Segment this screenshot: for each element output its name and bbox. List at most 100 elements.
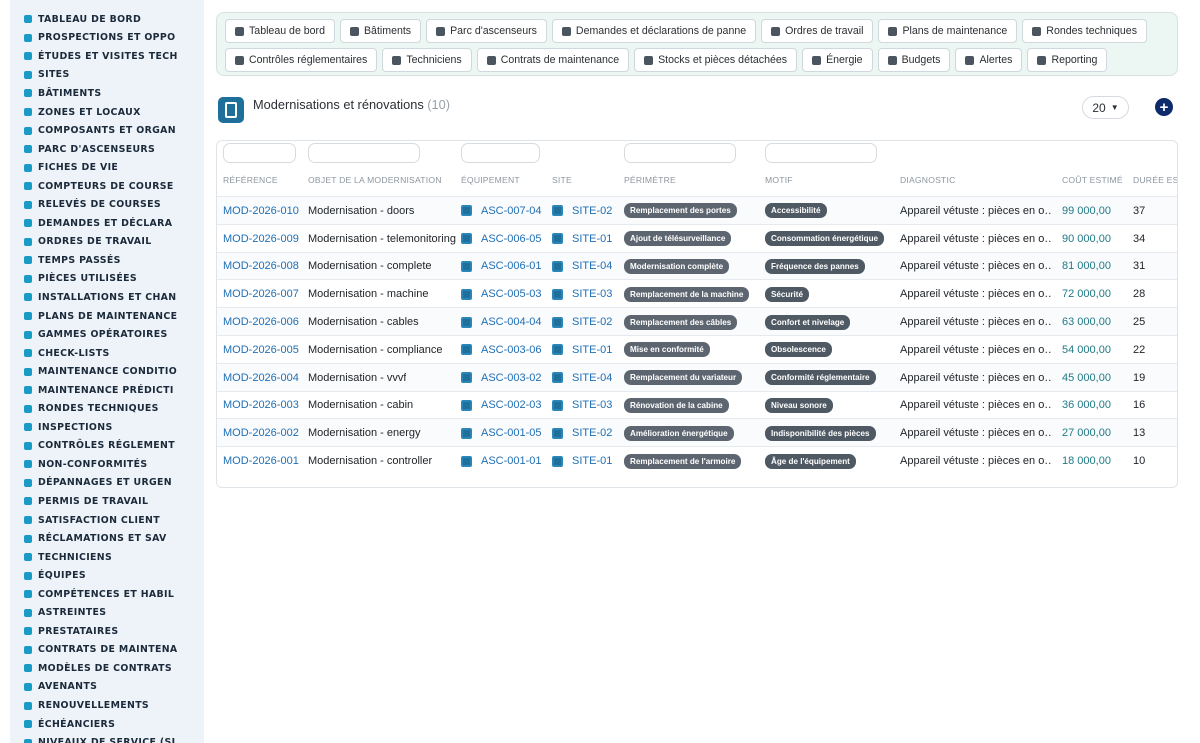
sidebar-item[interactable]: GAMMES OPÉRATOIRES <box>10 325 204 344</box>
equipment-link[interactable]: ASC-003-06 <box>481 344 542 356</box>
equipment-link[interactable]: ASC-001-01 <box>481 455 542 467</box>
table-row[interactable]: MOD-2026-001 Modernisation - controller AS… <box>217 446 1177 475</box>
reference-link[interactable]: MOD-2026-006 <box>223 308 299 336</box>
table-row[interactable]: MOD-2026-010 Modernisation - doors ASC-007… <box>217 196 1177 225</box>
sidebar-item[interactable]: MAINTENANCE PRÉDICTI <box>10 381 204 400</box>
top-nav-button[interactable]: Plans de maintenance <box>878 19 1018 43</box>
table-row[interactable]: MOD-2026-003 Modernisation - cabin ASC-002… <box>217 390 1177 420</box>
sidebar-item[interactable]: COMPÉTENCES ET HABIL <box>10 585 204 604</box>
sidebar-item[interactable]: SITES <box>10 66 204 85</box>
table-row[interactable]: MOD-2026-005 Modernisation - compliance AS… <box>217 335 1177 364</box>
column-header[interactable]: COÛT ESTIMÉ <box>1062 175 1123 185</box>
sidebar-item[interactable]: DÉPANNAGES ET URGEN <box>10 474 204 493</box>
sidebar-item[interactable]: NIVEAUX DE SERVICE (SL <box>10 733 204 743</box>
sidebar-item[interactable]: TABLEAU DE BORD <box>10 10 204 29</box>
top-nav-button[interactable]: Reporting <box>1027 48 1108 72</box>
table-row[interactable]: MOD-2026-008 Modernisation - complete ASC-… <box>217 251 1177 281</box>
sidebar-item[interactable]: ÉTUDES ET VISITES TECH <box>10 47 204 66</box>
top-nav-button[interactable]: Contrats de maintenance <box>476 48 630 72</box>
sidebar-item[interactable]: SATISFACTION CLIENT <box>10 511 204 530</box>
filter-motif-input[interactable] <box>765 143 877 163</box>
sidebar-item[interactable]: CONTRATS DE MAINTENA <box>10 641 204 660</box>
sidebar-item[interactable]: PROSPECTIONS ET OPPO <box>10 29 204 48</box>
sidebar-item[interactable]: MODÈLES DE CONTRATS <box>10 659 204 678</box>
table-row[interactable]: MOD-2026-002 Modernisation - energy ASC-00… <box>217 418 1177 447</box>
page-size-select[interactable]: 20 ▼ <box>1082 96 1129 119</box>
sidebar-item[interactable]: ÉQUIPES <box>10 566 204 585</box>
column-header[interactable]: PÉRIMÈTRE <box>624 175 676 185</box>
top-nav-button[interactable]: Alertes <box>955 48 1023 72</box>
sidebar-item[interactable]: ORDRES DE TRAVAIL <box>10 233 204 252</box>
sidebar-item[interactable]: RONDES TECHNIQUES <box>10 399 204 418</box>
site-link[interactable]: SITE-02 <box>572 427 612 439</box>
equipment-link[interactable]: ASC-003-02 <box>481 372 542 384</box>
sidebar-item[interactable]: COMPOSANTS ET ORGAN <box>10 121 204 140</box>
reference-link[interactable]: MOD-2026-004 <box>223 364 299 392</box>
filter-perimetre-input[interactable] <box>624 143 736 163</box>
sidebar-item[interactable]: RENOUVELLEMENTS <box>10 696 204 715</box>
site-link[interactable]: SITE-01 <box>572 233 612 245</box>
sidebar-item[interactable]: NON-CONFORMITÉS <box>10 455 204 474</box>
sidebar-item[interactable]: ZONES ET LOCAUX <box>10 103 204 122</box>
site-link[interactable]: SITE-03 <box>572 288 612 300</box>
sidebar-item[interactable]: AVENANTS <box>10 678 204 697</box>
add-button[interactable]: + <box>1155 98 1173 116</box>
table-row[interactable]: MOD-2026-004 Modernisation - vvvf ASC-003-… <box>217 362 1177 392</box>
sidebar-item[interactable]: MAINTENANCE CONDITIO <box>10 362 204 381</box>
column-header[interactable]: DIAGNOSTIC <box>900 175 955 185</box>
reference-link[interactable]: MOD-2026-001 <box>223 447 299 475</box>
sidebar-item[interactable]: TEMPS PASSÉS <box>10 251 204 270</box>
site-link[interactable]: SITE-04 <box>572 372 612 384</box>
table-row[interactable]: MOD-2026-009 Modernisation - telemonitori… <box>217 223 1177 253</box>
column-header[interactable]: RÉFÉRENCE <box>223 175 278 185</box>
column-header[interactable]: SITE <box>552 175 572 185</box>
sidebar-item[interactable]: DEMANDES ET DÉCLARA <box>10 214 204 233</box>
reference-link[interactable]: MOD-2026-003 <box>223 392 299 420</box>
top-nav-button[interactable]: Ordres de travail <box>761 19 874 43</box>
site-link[interactable]: SITE-03 <box>572 399 612 411</box>
equipment-link[interactable]: ASC-001-05 <box>481 427 542 439</box>
top-nav-button[interactable]: Techniciens <box>382 48 472 72</box>
reference-link[interactable]: MOD-2026-007 <box>223 280 299 308</box>
sidebar-item[interactable]: ASTREINTES <box>10 604 204 623</box>
equipment-link[interactable]: ASC-004-04 <box>481 316 542 328</box>
top-nav-button[interactable]: Tableau de bord <box>225 19 335 43</box>
column-header[interactable]: DURÉE ES <box>1133 175 1177 185</box>
reference-link[interactable]: MOD-2026-002 <box>223 419 299 447</box>
reference-link[interactable]: MOD-2026-008 <box>223 253 299 281</box>
equipment-link[interactable]: ASC-002-03 <box>481 399 542 411</box>
filter-objet-input[interactable] <box>308 143 420 163</box>
column-header[interactable]: OBJET DE LA MODERNISATION <box>308 175 442 185</box>
equipment-link[interactable]: ASC-007-04 <box>481 205 542 217</box>
equipment-link[interactable]: ASC-006-01 <box>481 260 542 272</box>
sidebar-item[interactable]: INSTALLATIONS ET CHAN <box>10 288 204 307</box>
top-nav-button[interactable]: Énergie <box>802 48 873 72</box>
sidebar-item[interactable]: RELEVÉS DE COURSES <box>10 195 204 214</box>
sidebar-item[interactable]: ÉCHÉANCIERS <box>10 715 204 734</box>
table-row[interactable]: MOD-2026-006 Modernisation - cables ASC-00… <box>217 307 1177 336</box>
site-link[interactable]: SITE-02 <box>572 205 612 217</box>
reference-link[interactable]: MOD-2026-005 <box>223 336 299 364</box>
site-link[interactable]: SITE-02 <box>572 316 612 328</box>
sidebar-item[interactable]: PERMIS DE TRAVAIL <box>10 492 204 511</box>
reference-link[interactable]: MOD-2026-010 <box>223 197 299 225</box>
sidebar-item[interactable]: INSPECTIONS <box>10 418 204 437</box>
site-link[interactable]: SITE-01 <box>572 455 612 467</box>
top-nav-button[interactable]: Demandes et déclarations de panne <box>551 19 757 43</box>
top-nav-button[interactable]: Budgets <box>877 48 951 72</box>
reference-link[interactable]: MOD-2026-009 <box>223 225 299 253</box>
equipment-link[interactable]: ASC-005-03 <box>481 288 542 300</box>
sidebar-item[interactable]: CHECK-LISTS <box>10 344 204 363</box>
sidebar-item[interactable]: FICHES DE VIE <box>10 158 204 177</box>
sidebar-item[interactable]: COMPTEURS DE COURSE <box>10 177 204 196</box>
equipment-link[interactable]: ASC-006-05 <box>481 233 542 245</box>
column-header[interactable]: MOTIF <box>765 175 793 185</box>
sidebar-item[interactable]: PIÈCES UTILISÉES <box>10 270 204 289</box>
top-nav-button[interactable]: Parc d'ascenseurs <box>426 19 547 43</box>
site-link[interactable]: SITE-01 <box>572 344 612 356</box>
sidebar-item[interactable]: CONTRÔLES RÉGLEMENT <box>10 437 204 456</box>
top-nav-button[interactable]: Stocks et pièces détachées <box>634 48 798 72</box>
sidebar-item[interactable]: BÂTIMENTS <box>10 84 204 103</box>
table-row[interactable]: MOD-2026-007 Modernisation - machine ASC-0… <box>217 279 1177 308</box>
sidebar-item[interactable]: PARC D'ASCENSEURS <box>10 140 204 159</box>
